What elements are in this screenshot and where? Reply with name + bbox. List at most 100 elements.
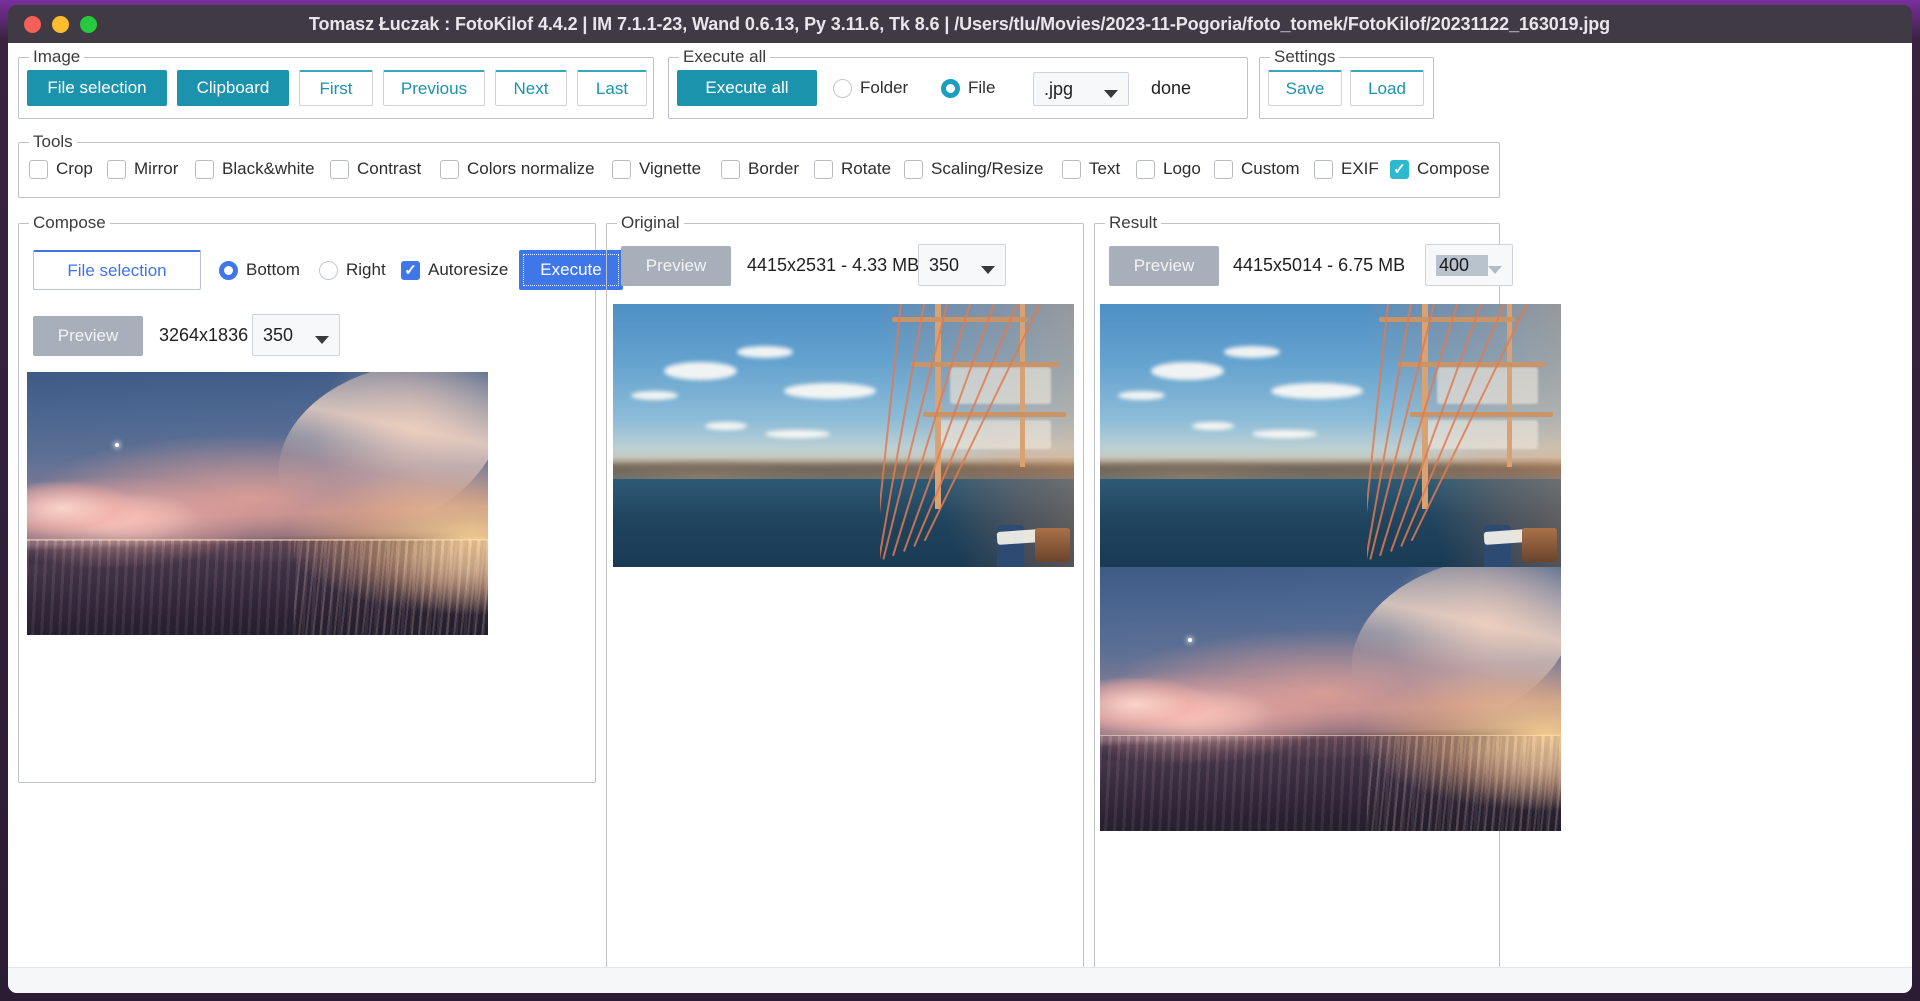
checkbox-checked-icon: ✓ [1390,159,1409,179]
extension-combobox[interactable]: .jpg [1033,72,1129,106]
cloud-shape [1224,346,1280,358]
original-group-title: Original [617,213,684,233]
compose-autoresize-checkbox[interactable]: ✓ Autoresize [401,260,508,280]
image-group: Image File selection Clipboard First Pre… [18,47,654,119]
tool-checkbox-custom[interactable]: Custom [1214,159,1300,179]
mast-shape [1506,304,1512,468]
checkbox-unchecked-icon [612,159,631,179]
tool-checkbox-crop[interactable]: Crop [29,159,93,179]
radio-unselected-icon [833,78,852,98]
checkbox-unchecked-icon [1136,159,1155,179]
image-next-button[interactable]: Next [495,70,567,106]
radio-selected-icon [219,260,238,280]
tool-label-compose: Compose [1417,159,1490,178]
tool-checkbox-mirror[interactable]: Mirror [107,159,178,179]
chevron-down-icon [315,336,329,344]
sea-glint [1367,735,1561,831]
original-group: Original Preview 4415x2531 - 4.33 MB 350 [606,213,1084,993]
settings-save-button[interactable]: Save [1268,70,1342,106]
yard-shape [892,317,1028,323]
window-titlebar: Tomasz Łuczak : FotoKilof 4.4.2 | IM 7.1… [8,5,1912,43]
settings-group-title: Settings [1270,47,1340,67]
compose-radio-bottom[interactable]: Bottom [219,260,300,280]
execute-all-radio-folder[interactable]: Folder [833,78,908,98]
original-size-combobox[interactable]: 350 [918,244,1006,286]
cloud-shape [765,430,830,439]
compose-size-combobox[interactable]: 350 [252,314,340,356]
tool-checkbox-logo[interactable]: Logo [1136,159,1201,179]
cloud-shape [631,390,678,400]
result-size-value: 400 [1436,254,1488,276]
execute-all-status: done [1151,78,1192,98]
compose-file-selection-button[interactable]: File selection [33,250,201,290]
window-title: Tomasz Łuczak : FotoKilof 4.4.2 | IM 7.1… [308,13,1611,34]
maximize-icon[interactable] [80,15,97,33]
close-icon[interactable] [24,15,41,33]
result-image-bottom [1100,567,1561,831]
execute-all-button[interactable]: Execute all [677,70,817,106]
settings-group: Settings Save Load [1259,47,1434,119]
checkbox-unchecked-icon [1314,159,1333,179]
yard-shape [1379,317,1515,323]
image-clipboard-button[interactable]: Clipboard [177,70,289,106]
tool-checkbox-contrast[interactable]: Contrast [330,159,421,179]
result-group: Result Preview 4415x5014 - 6.75 MB 400 [1094,213,1561,993]
result-image [1100,304,1561,831]
tool-checkbox-text[interactable]: Text [1062,159,1120,179]
tool-label-border: Border [748,159,800,178]
ship-rigging [880,304,1074,567]
yard-shape [922,411,1067,417]
tool-checkbox-border[interactable]: Border [721,159,799,179]
execute-all-group: Execute all Execute all Folder File .jpg… [668,47,1248,119]
cloud-shape [1270,382,1363,399]
image-file-selection-button[interactable]: File selection [27,70,167,106]
tool-label-logo: Logo [1163,159,1201,178]
tools-group: Tools Crop Mirror Black&white Contrast C… [18,132,1500,198]
tool-label-colors-normalize: Colors normalize [467,159,595,178]
tool-checkbox-exif[interactable]: EXIF [1314,159,1379,179]
result-size-combobox[interactable]: 400 [1425,244,1513,286]
result-preview-button[interactable]: Preview [1109,246,1219,286]
chevron-down-icon [981,266,995,274]
tool-checkbox-vignette[interactable]: Vignette [612,159,701,179]
tool-checkbox-blackwhite[interactable]: Black&white [195,159,315,179]
status-bar [8,967,1912,993]
star-icon [114,443,119,447]
window-body: Image File selection Clipboard First Pre… [8,43,1912,993]
result-info: 4415x5014 - 6.75 MB [1233,255,1406,275]
result-group-title: Result [1105,213,1162,233]
tool-label-crop: Crop [56,159,93,178]
checkbox-unchecked-icon [330,159,349,179]
compose-radio-right-label: Right [346,260,386,279]
tools-group-title: Tools [29,132,77,152]
checkbox-unchecked-icon [814,159,833,179]
tool-label-rotate: Rotate [841,159,892,178]
execute-all-group-title: Execute all [679,47,771,67]
ship-rigging [1367,304,1561,567]
checkbox-unchecked-icon [440,159,459,179]
execute-all-radio-file[interactable]: File [941,78,995,98]
tool-label-exif: EXIF [1341,159,1379,178]
original-preview-button[interactable]: Preview [621,246,731,286]
image-previous-button[interactable]: Previous [383,70,485,106]
cloud-shape [705,422,747,431]
radio-file-label: File [968,78,996,97]
tool-checkbox-rotate[interactable]: Rotate [814,159,891,179]
image-last-button[interactable]: Last [577,70,647,106]
compose-preview-button[interactable]: Preview [33,316,143,356]
cloud-shape [1192,422,1234,431]
extension-value: .jpg [1044,78,1074,99]
compose-autoresize-label: Autoresize [428,260,509,279]
minimize-icon[interactable] [52,15,69,33]
compose-radio-right[interactable]: Right [319,260,386,280]
tool-checkbox-colors-normalize[interactable]: Colors normalize [440,159,595,179]
settings-load-button[interactable]: Load [1350,70,1424,106]
tool-checkbox-compose[interactable]: ✓ Compose [1390,159,1490,179]
yard-shape [1409,411,1554,417]
original-size-value: 350 [929,254,960,275]
compose-radio-bottom-label: Bottom [246,260,300,279]
tool-label-contrast: Contrast [357,159,422,178]
image-first-button[interactable]: First [299,70,373,106]
cloud-shape [1100,677,1294,736]
tool-checkbox-scaling-resize[interactable]: Scaling/Resize [904,159,1043,179]
